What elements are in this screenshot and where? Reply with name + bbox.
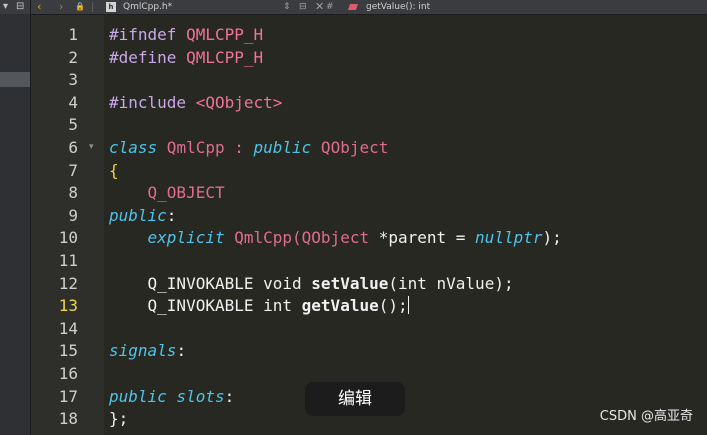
project-pane-header: ▾ ⊟ bbox=[0, 0, 30, 14]
line-number: 16 bbox=[58, 364, 78, 383]
code-token: ); bbox=[542, 228, 562, 248]
code-token: explicit bbox=[147, 228, 225, 248]
code-token: Q_OBJECT bbox=[147, 183, 225, 203]
code-token: setValue bbox=[311, 273, 389, 293]
forward-arrow-icon[interactable]: › bbox=[59, 0, 63, 14]
code-editor[interactable]: #ifndef QMLCPP_H #define QMLCPP_H #include… bbox=[104, 15, 707, 435]
tooltip: 编辑 bbox=[305, 382, 405, 416]
qt-creator-editor-window: ▾ ⊟ ‹ › 🔒 h QmlCpp.h* ⇕ ⊟ ✕ # getValue()… bbox=[0, 0, 707, 435]
code-line[interactable]: #define QMLCPP_H bbox=[109, 47, 263, 69]
toolbar-separator bbox=[92, 2, 93, 12]
code-line[interactable]: Q_INVOKABLE int getValue(); bbox=[109, 295, 409, 317]
code-token: : bbox=[166, 205, 177, 225]
code-line[interactable]: { bbox=[109, 160, 119, 182]
function-icon bbox=[347, 4, 359, 10]
split-editor-icon[interactable]: ⊟ bbox=[299, 0, 307, 14]
code-token: QmlCpp : bbox=[157, 138, 254, 157]
line-number: 10 bbox=[58, 228, 78, 248]
code-token: QObject bbox=[311, 138, 389, 157]
code-token: (); bbox=[378, 296, 408, 316]
code-token: { bbox=[109, 160, 119, 180]
code-line[interactable]: public: bbox=[109, 205, 176, 227]
dropdown-icon[interactable]: ▾ bbox=[3, 0, 8, 14]
code-token: QMLCPP_H bbox=[186, 47, 264, 67]
code-line[interactable]: #ifndef QMLCPP_H bbox=[109, 24, 263, 46]
line-number: 13 bbox=[58, 296, 78, 316]
code-line[interactable]: #include <QObject> bbox=[109, 92, 282, 114]
line-number: 7 bbox=[68, 160, 78, 180]
line-number-gutter[interactable]: 1 2 3 4 5 6 7 8 9 10 11 12 13 14 15 16 17 18 ▾ bbox=[31, 15, 112, 435]
line-number: 3 bbox=[68, 70, 78, 90]
project-tree-selected-item[interactable] bbox=[0, 72, 30, 87]
code-line[interactable]: Q_INVOKABLE void setValue(int nValue); bbox=[109, 273, 514, 295]
code-line[interactable]: signals: bbox=[109, 340, 186, 362]
project-pane: ▾ ⊟ bbox=[0, 0, 31, 435]
code-line[interactable]: Q_OBJECT bbox=[109, 182, 225, 204]
open-file-selector[interactable]: QmlCpp.h* bbox=[123, 0, 172, 14]
code-token: public bbox=[109, 205, 167, 225]
hash-icon: # bbox=[326, 2, 334, 12]
line-number: 5 bbox=[68, 115, 78, 135]
code-token: : bbox=[176, 341, 187, 361]
code-line[interactable]: }; bbox=[109, 408, 128, 430]
code-token: Q_INVOKABLE int bbox=[109, 296, 302, 316]
fold-marker-icon[interactable]: ▾ bbox=[89, 142, 94, 152]
code-token: signals bbox=[109, 341, 177, 361]
code-token: Q_INVOKABLE void bbox=[109, 273, 312, 293]
line-number: 8 bbox=[68, 183, 78, 203]
code-token: #include bbox=[109, 92, 196, 112]
line-number: 6 bbox=[68, 138, 78, 157]
code-token: public bbox=[253, 138, 312, 157]
code-line[interactable]: public slots: bbox=[109, 386, 234, 408]
code-token: }; bbox=[109, 409, 129, 429]
code-token: #ifndef bbox=[109, 25, 187, 44]
watermark-text: CSDN @高亚奇 bbox=[599, 409, 693, 424]
tooltip-text: 编辑 bbox=[338, 389, 372, 409]
line-number: 12 bbox=[58, 273, 78, 293]
code-token: nullptr bbox=[475, 228, 543, 248]
line-number: 15 bbox=[58, 341, 78, 361]
lock-icon[interactable]: 🔒 bbox=[75, 0, 85, 14]
line-number: 17 bbox=[58, 386, 78, 406]
editor-toolbar: ‹ › 🔒 h QmlCpp.h* ⇕ ⊟ ✕ # getValue(): in… bbox=[31, 0, 707, 15]
code-token: public slots bbox=[109, 386, 225, 406]
text-cursor bbox=[407, 296, 409, 315]
code-token: : bbox=[224, 386, 235, 406]
code-token: *parent = bbox=[378, 228, 476, 248]
line-number: 1 bbox=[68, 25, 78, 44]
line-number: 18 bbox=[58, 409, 78, 429]
file-combo-arrows-icon[interactable]: ⇕ bbox=[283, 0, 291, 14]
code-token: QmlCpp(QObject bbox=[224, 228, 379, 248]
line-number: 4 bbox=[68, 92, 78, 112]
code-line[interactable]: class QmlCpp : public QObject bbox=[109, 137, 388, 159]
code-token: #define bbox=[109, 47, 187, 67]
code-token: (int nValue); bbox=[388, 273, 514, 293]
line-number: 9 bbox=[68, 205, 78, 225]
symbol-selector[interactable]: getValue(): int bbox=[366, 0, 430, 14]
line-number: 2 bbox=[68, 47, 78, 67]
code-token: <QObject> bbox=[195, 92, 283, 112]
code-token: class bbox=[109, 138, 158, 157]
close-document-icon[interactable]: ✕ bbox=[315, 0, 324, 14]
header-file-icon: h bbox=[106, 2, 116, 12]
back-arrow-icon[interactable]: ‹ bbox=[37, 0, 41, 14]
watermark: CSDN @高亚奇 bbox=[600, 408, 693, 426]
line-number: 14 bbox=[58, 318, 78, 338]
code-token: QMLCPP_H bbox=[186, 25, 264, 44]
line-number: 11 bbox=[58, 251, 78, 270]
code-token: getValue bbox=[301, 296, 379, 316]
code-line[interactable]: explicit QmlCpp(QObject *parent = nullpt… bbox=[109, 227, 562, 249]
split-icon[interactable]: ⊟ bbox=[16, 0, 24, 14]
